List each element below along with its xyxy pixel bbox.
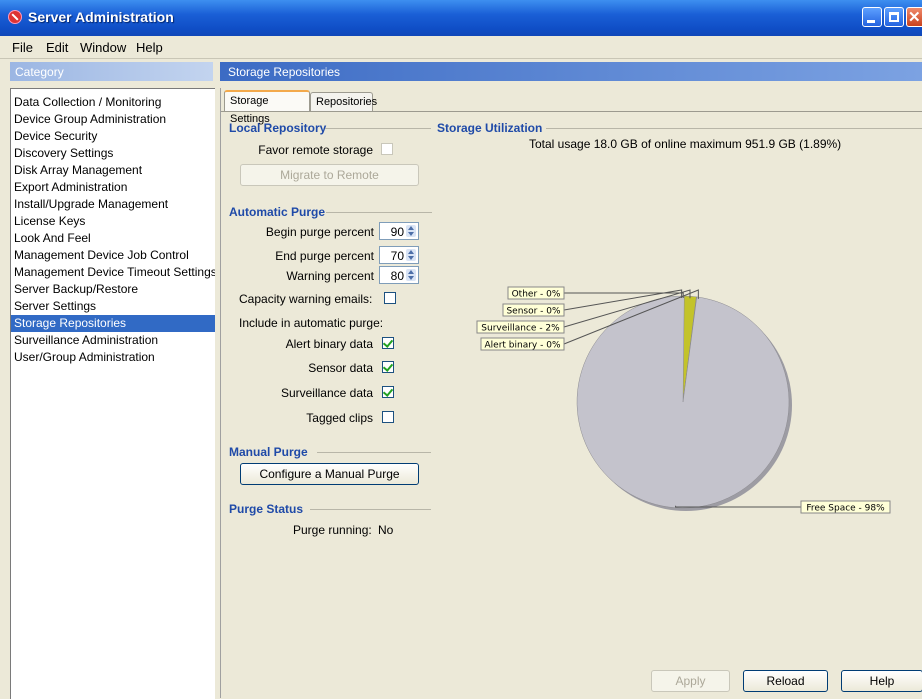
menu-window[interactable]: Window (80, 40, 126, 55)
menu-help[interactable]: Help (136, 40, 163, 55)
main-header-label: Storage Repositories (228, 65, 340, 79)
pie-slice-4 (577, 296, 789, 508)
category-item-data-collection[interactable]: Data Collection / Monitoring (11, 94, 215, 111)
storage-usage-summary: Total usage 18.0 GB of online maximum 95… (529, 137, 841, 151)
favor-remote-checkbox[interactable] (381, 143, 393, 155)
title-bar[interactable]: Server Administration ✕ (0, 0, 922, 36)
category-item-user-group[interactable]: User/Group Administration (11, 349, 215, 366)
minimize-icon (867, 20, 875, 23)
category-item-license-keys[interactable]: License Keys (11, 213, 215, 230)
pie-group (577, 296, 792, 511)
tab-storage-settings[interactable]: Storage Settings (224, 90, 310, 112)
category-item-export[interactable]: Export Administration (11, 179, 215, 196)
pie-label: Other - 0% (512, 290, 561, 300)
category-item-device-group[interactable]: Device Group Administration (11, 111, 215, 128)
category-item-backup-restore[interactable]: Server Backup/Restore (11, 281, 215, 298)
apply-button[interactable]: Apply (651, 670, 730, 692)
category-item-timeout-settings[interactable]: Management Device Timeout Settings (11, 264, 215, 281)
category-header-label: Category (15, 65, 64, 79)
close-icon: ✕ (908, 8, 921, 26)
category-item-discovery[interactable]: Discovery Settings (11, 145, 215, 162)
menu-bar: File Edit Window Help (0, 36, 922, 59)
maximize-button[interactable] (884, 7, 904, 27)
minimize-button[interactable] (862, 7, 882, 27)
local-repository-title: Local Repository (229, 121, 326, 135)
main-header: Storage Repositories (220, 62, 922, 81)
category-item-disk-array[interactable]: Disk Array Management (11, 162, 215, 179)
window-title: Server Administration (28, 9, 174, 25)
category-item-look-and-feel[interactable]: Look And Feel (11, 230, 215, 247)
menu-file[interactable]: File (12, 40, 33, 55)
pie-label: Surveillance - 2% (481, 324, 560, 334)
category-item-install-upgrade[interactable]: Install/Upgrade Management (11, 196, 215, 213)
pie-label: Alert binary - 0% (485, 341, 561, 351)
migrate-to-remote-button[interactable]: Migrate to Remote (240, 164, 419, 186)
maximize-icon (889, 12, 899, 22)
category-item-server-settings[interactable]: Server Settings (11, 298, 215, 315)
reload-button[interactable]: Reload (743, 670, 828, 692)
help-button[interactable]: Help (841, 670, 922, 692)
category-item-surveillance[interactable]: Surveillance Administration (11, 332, 215, 349)
menu-edit[interactable]: Edit (46, 40, 68, 55)
section-divider (325, 128, 431, 129)
category-item-storage-repositories[interactable]: Storage Repositories (11, 315, 215, 332)
pie-label: Sensor - 0% (506, 307, 561, 317)
category-header: Category (10, 62, 213, 81)
category-item-device-security[interactable]: Device Security (11, 128, 215, 145)
close-button[interactable]: ✕ (906, 7, 922, 27)
app-icon (8, 10, 22, 24)
section-divider (546, 128, 922, 129)
pie-label: Free Space - 98% (806, 504, 885, 514)
category-list[interactable]: Data Collection / Monitoring Device Grou… (10, 88, 215, 699)
storage-utilization-title: Storage Utilization (437, 121, 542, 135)
storage-pie-chart: Other - 0% Sensor - 0% Surveillance - 2% Al… (220, 190, 922, 540)
category-item-job-control[interactable]: Management Device Job Control (11, 247, 215, 264)
favor-remote-label: Favor remote storage (245, 143, 373, 157)
tab-divider (221, 111, 922, 112)
tab-repositories[interactable]: Repositories (310, 92, 373, 111)
